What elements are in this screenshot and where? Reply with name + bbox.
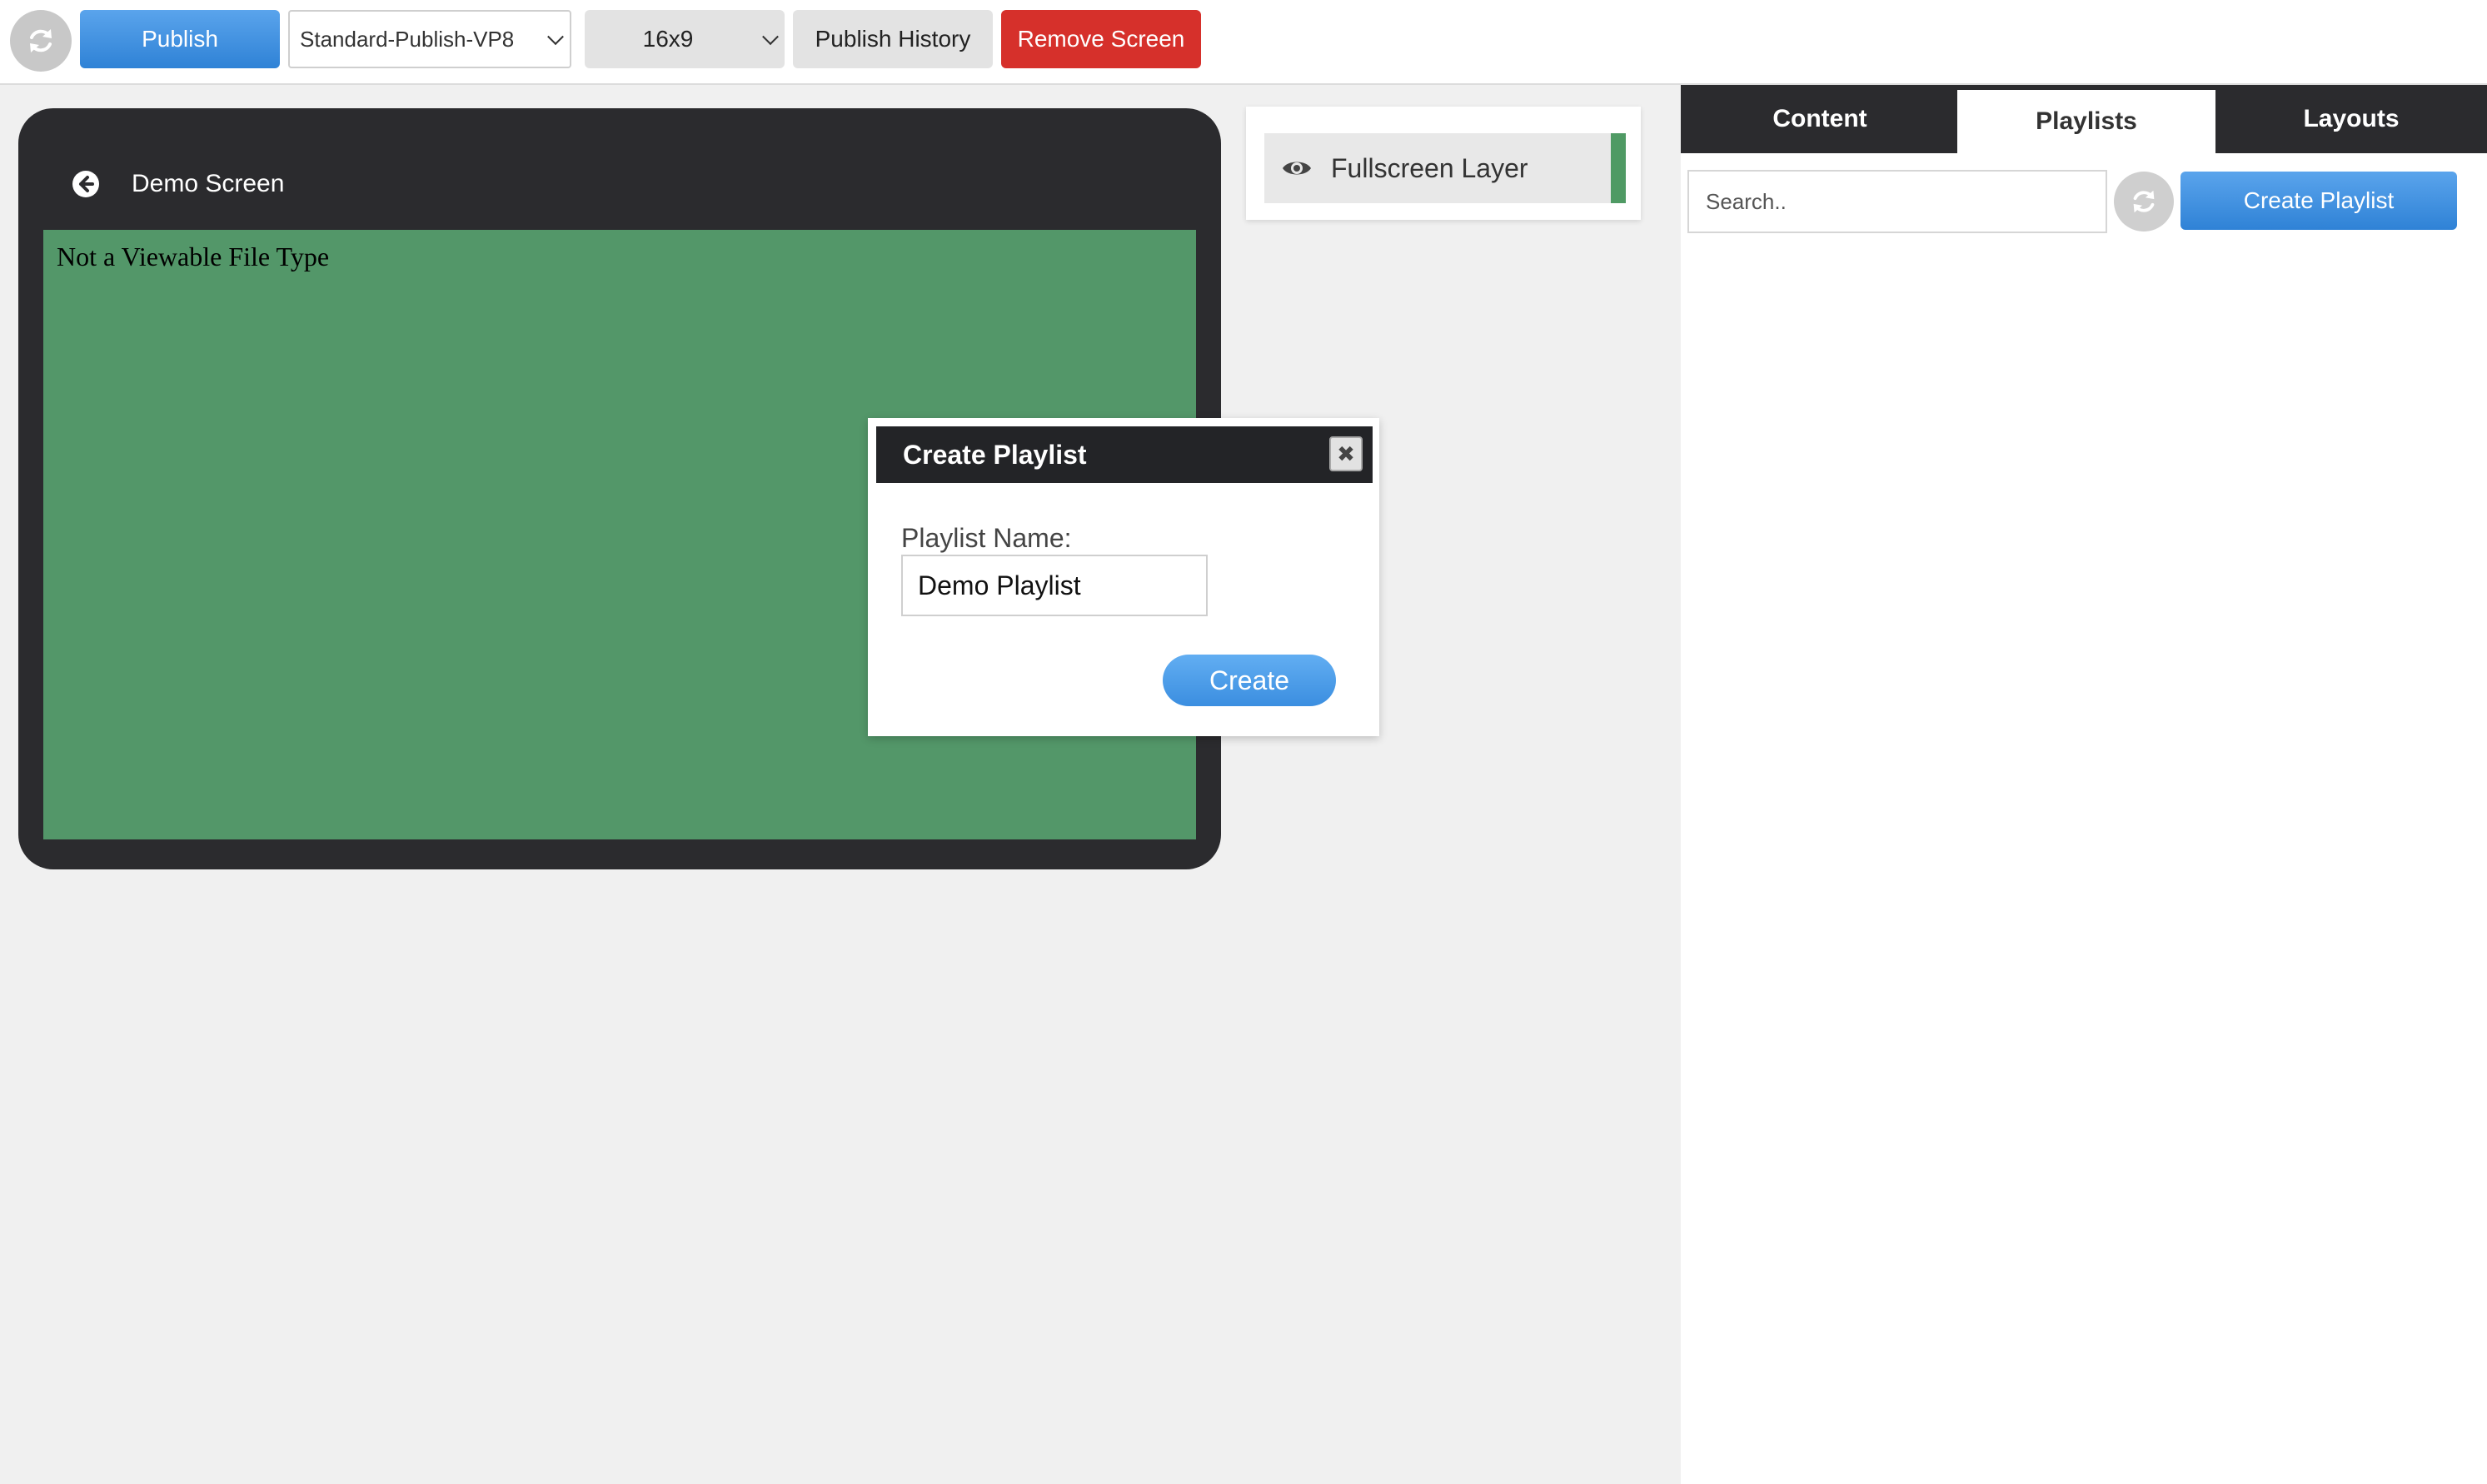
right-panel [1681, 85, 2487, 1484]
search-placeholder: Search.. [1706, 188, 1787, 214]
search-input[interactable]: Search.. [1687, 170, 2107, 233]
tab-layouts-label: Layouts [2303, 105, 2400, 132]
close-icon: ✖ [1337, 441, 1355, 466]
create-playlist-label: Create Playlist [2243, 187, 2395, 213]
layer-color-indicator [1611, 133, 1626, 203]
tab-layouts[interactable]: Layouts [2215, 85, 2487, 153]
chevron-down-icon [762, 28, 779, 46]
refresh-icon [2133, 190, 2155, 213]
playlist-name-input[interactable]: Demo Playlist [901, 555, 1208, 616]
device-title: Demo Screen [132, 170, 285, 197]
create-button-label: Create [1209, 665, 1290, 695]
publish-history-label: Publish History [815, 26, 971, 52]
playlist-refresh-button[interactable] [2114, 172, 2174, 232]
aspect-ratio-select[interactable]: 16x9 [585, 10, 785, 68]
dialog-header: Create Playlist [876, 426, 1373, 483]
publish-history-button[interactable]: Publish History [793, 10, 993, 68]
dialog-title: Create Playlist [903, 439, 1087, 470]
device-header: Demo Screen [42, 138, 1196, 230]
refresh-button[interactable] [10, 10, 72, 72]
playlist-name-value: Demo Playlist [918, 570, 1081, 600]
layer-item-fullscreen[interactable]: Fullscreen Layer [1264, 133, 1626, 203]
back-button[interactable] [72, 170, 100, 198]
tab-content-label: Content [1772, 105, 1867, 132]
remove-screen-label: Remove Screen [1017, 26, 1185, 52]
publish-button[interactable]: Publish [80, 10, 280, 68]
layer-label: Fullscreen Layer [1331, 152, 1528, 183]
tab-playlists-label: Playlists [2036, 107, 2137, 135]
tab-playlists[interactable]: Playlists [1957, 90, 2215, 153]
tab-content[interactable]: Content [1681, 85, 1959, 153]
playlist-name-label: Playlist Name: [901, 523, 1072, 553]
eye-icon[interactable] [1281, 157, 1313, 179]
refresh-icon [30, 29, 52, 52]
remove-screen-button[interactable]: Remove Screen [1001, 10, 1201, 68]
back-arrow-icon [72, 171, 99, 197]
publish-profile-select[interactable]: Standard-Publish-VP8 [288, 10, 571, 68]
publish-profile-value: Standard-Publish-VP8 [300, 26, 515, 52]
create-button[interactable]: Create [1163, 655, 1336, 706]
screen-message: Not a Viewable File Type [57, 242, 330, 271]
aspect-ratio-value: 16x9 [642, 26, 694, 52]
create-playlist-button[interactable]: Create Playlist [2180, 172, 2457, 230]
publish-button-label: Publish [142, 26, 218, 52]
close-button[interactable]: ✖ [1329, 436, 1363, 471]
chevron-down-icon [547, 28, 564, 46]
